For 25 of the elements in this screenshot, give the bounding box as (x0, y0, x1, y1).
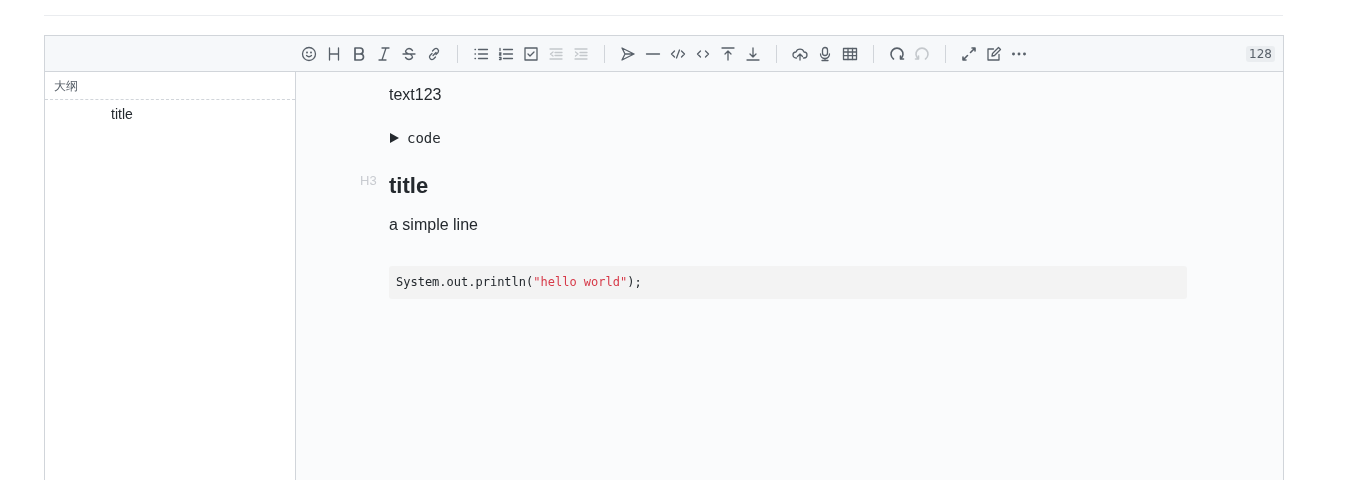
outline-title: 大纲 (45, 72, 295, 100)
character-counter: 128 (1246, 45, 1275, 62)
check-icon[interactable] (523, 45, 539, 62)
record-icon[interactable] (817, 45, 833, 62)
undo-icon[interactable] (889, 45, 905, 62)
details-summary[interactable]: code (407, 130, 441, 146)
heading: title (389, 172, 430, 200)
table-icon[interactable] (842, 45, 858, 62)
outline-item[interactable]: title (45, 100, 295, 122)
upload-icon[interactable] (792, 45, 808, 62)
code-block: System.out.println("hello world"); (389, 266, 1187, 299)
paragraph: text123 (389, 85, 443, 105)
headings-icon[interactable] (326, 45, 342, 62)
link-icon[interactable] (426, 45, 442, 62)
expand-triangle-icon[interactable] (389, 133, 399, 143)
paragraph: a simple line (389, 215, 479, 235)
edit-mode-icon[interactable] (986, 45, 1002, 62)
ordered-list-icon[interactable] (498, 45, 514, 62)
bold-icon[interactable] (351, 45, 367, 62)
fullscreen-icon[interactable] (961, 45, 977, 62)
strike-icon[interactable] (401, 45, 417, 62)
insert-before-icon[interactable] (720, 45, 736, 62)
emoji-icon[interactable] (301, 45, 317, 62)
insert-after-icon[interactable] (745, 45, 761, 62)
italic-icon[interactable] (376, 45, 392, 62)
